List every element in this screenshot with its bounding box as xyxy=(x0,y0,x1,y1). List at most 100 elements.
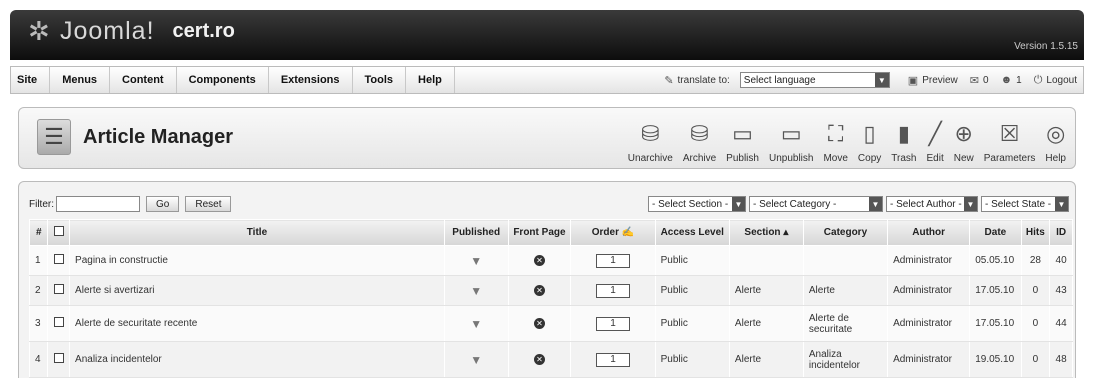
col-published[interactable]: Published xyxy=(443,219,509,246)
author-select[interactable]: - Select Author - ▼ xyxy=(886,196,978,212)
col-select-all[interactable] xyxy=(47,219,71,246)
col-access[interactable]: Access Level xyxy=(654,219,730,246)
col-category[interactable]: Category xyxy=(802,219,889,246)
toolbar-label: Trash xyxy=(891,153,917,164)
row-title[interactable]: Alerte de securitate recente xyxy=(69,305,445,342)
col-hits[interactable]: Hits xyxy=(1020,219,1051,246)
row-access[interactable]: Public xyxy=(654,305,730,342)
row-access[interactable]: Public xyxy=(654,245,730,276)
row-front-page[interactable]: ✕ xyxy=(507,245,572,276)
col-id[interactable]: ID xyxy=(1049,219,1073,246)
row-author[interactable]: Administrator xyxy=(887,305,971,342)
row-order[interactable]: 1 xyxy=(570,341,656,378)
site-name: cert.ro xyxy=(172,19,235,42)
edit-button[interactable]: ╱ Edit xyxy=(921,114,948,164)
row-front-page[interactable]: ✕ xyxy=(507,275,572,306)
state-select[interactable]: - Select State - ▼ xyxy=(981,196,1069,212)
section-select[interactable]: - Select Section - ▼ xyxy=(648,196,746,212)
row-order[interactable]: 1 xyxy=(570,305,656,342)
menu-content[interactable]: Content xyxy=(110,67,177,93)
row-title[interactable]: Analiza incidentelor xyxy=(69,341,445,378)
preview-link[interactable]: ▣ Preview xyxy=(902,74,964,87)
preview-icon: ▣ xyxy=(907,74,919,87)
logout-link[interactable]: ⏻ Logout xyxy=(1028,74,1083,87)
category-select[interactable]: - Select Category - ▼ xyxy=(749,196,883,212)
row-access[interactable]: Public xyxy=(654,275,730,306)
publish-button[interactable]: ▭ Publish xyxy=(721,114,764,164)
row-published[interactable]: ▼ xyxy=(443,245,509,276)
row-checkbox[interactable] xyxy=(53,317,64,327)
row-published[interactable]: ▼ xyxy=(443,341,509,378)
messages-link[interactable]: ✉ 0 xyxy=(964,74,995,87)
row-date: 17.05.10 xyxy=(969,305,1022,342)
menu-menus[interactable]: Menus xyxy=(50,67,111,93)
row-front-page[interactable]: ✕ xyxy=(507,305,572,342)
published-icon[interactable]: ▼ xyxy=(470,284,482,298)
translate-text: translate to: xyxy=(677,74,730,86)
row-title[interactable]: Alerte si avertizari xyxy=(69,275,445,306)
order-input[interactable]: 1 xyxy=(595,283,630,298)
new-button[interactable]: ⊕ New xyxy=(949,114,979,164)
go-button[interactable]: Go xyxy=(146,196,180,212)
row-id: 40 xyxy=(1049,245,1073,276)
row-num: 1 xyxy=(28,245,49,276)
copy-icon: ▯ xyxy=(863,121,876,146)
row-checkbox[interactable] xyxy=(53,284,64,294)
row-published[interactable]: ▼ xyxy=(443,305,509,342)
menu-components[interactable]: Components xyxy=(177,67,269,93)
row-order[interactable]: 1 xyxy=(570,245,656,276)
reset-button[interactable]: Reset xyxy=(185,196,232,212)
row-checkbox[interactable] xyxy=(53,353,64,363)
col-section[interactable]: Section ▴ xyxy=(728,219,804,246)
language-select[interactable]: Select language ▼ xyxy=(739,72,890,88)
order-input[interactable]: 1 xyxy=(595,316,630,331)
row-date: 19.05.10 xyxy=(969,341,1022,378)
col-author[interactable]: Author xyxy=(887,219,971,246)
save-order-icon[interactable]: ✍ xyxy=(622,227,634,238)
not-featured-icon[interactable]: ✕ xyxy=(533,255,545,266)
order-input[interactable]: 1 xyxy=(595,253,630,268)
menu-extensions[interactable]: Extensions xyxy=(269,67,353,93)
col-date[interactable]: Date xyxy=(969,219,1022,246)
row-checkbox[interactable] xyxy=(53,254,64,264)
not-featured-icon[interactable]: ✕ xyxy=(533,285,545,296)
menu-help[interactable]: Help xyxy=(406,67,455,93)
trash-button[interactable]: ▮ Trash xyxy=(886,114,921,164)
published-icon[interactable]: ▼ xyxy=(470,353,482,367)
menu-tools[interactable]: Tools xyxy=(353,67,407,93)
not-featured-icon[interactable]: ✕ xyxy=(533,318,545,329)
row-select[interactable] xyxy=(47,305,71,342)
row-title[interactable]: Pagina in constructie xyxy=(69,245,445,276)
published-icon[interactable]: ▼ xyxy=(470,254,482,268)
order-input[interactable]: 1 xyxy=(595,352,630,367)
row-access[interactable]: Public xyxy=(654,341,730,378)
row-select[interactable] xyxy=(47,275,71,306)
row-select[interactable] xyxy=(47,341,71,378)
select-all-checkbox[interactable] xyxy=(53,226,64,236)
row-section xyxy=(728,245,804,276)
copy-button[interactable]: ▯ Copy xyxy=(853,114,886,164)
chevron-down-icon: ▼ xyxy=(869,197,882,211)
archive-button[interactable]: ⛁ Archive xyxy=(678,114,721,164)
move-button[interactable]: ⛶ Move xyxy=(818,114,852,164)
col-order[interactable]: Order ✍ xyxy=(570,219,656,246)
parameters-button[interactable]: ☒ Parameters xyxy=(979,114,1041,164)
published-icon[interactable]: ▼ xyxy=(470,317,482,331)
filter-input[interactable] xyxy=(56,196,140,212)
not-featured-icon[interactable]: ✕ xyxy=(533,354,545,365)
help-button[interactable]: ◎ Help xyxy=(1040,114,1071,164)
row-author[interactable]: Administrator xyxy=(887,245,971,276)
row-author[interactable]: Administrator xyxy=(887,275,971,306)
menu-site[interactable]: Site xyxy=(11,67,51,93)
row-order[interactable]: 1 xyxy=(570,275,656,306)
unpublish-button[interactable]: ▭ Unpublish xyxy=(764,114,818,164)
unarchive-button[interactable]: ⛁ Unarchive xyxy=(623,114,678,164)
col-front-page[interactable]: Front Page xyxy=(507,219,572,246)
row-author[interactable]: Administrator xyxy=(887,341,971,378)
row-section: Alerte xyxy=(728,305,804,342)
row-front-page[interactable]: ✕ xyxy=(507,341,572,378)
col-title[interactable]: Title xyxy=(69,219,445,246)
row-published[interactable]: ▼ xyxy=(443,275,509,306)
row-select[interactable] xyxy=(47,245,71,276)
article-manager-icon: ☰ xyxy=(37,119,71,155)
